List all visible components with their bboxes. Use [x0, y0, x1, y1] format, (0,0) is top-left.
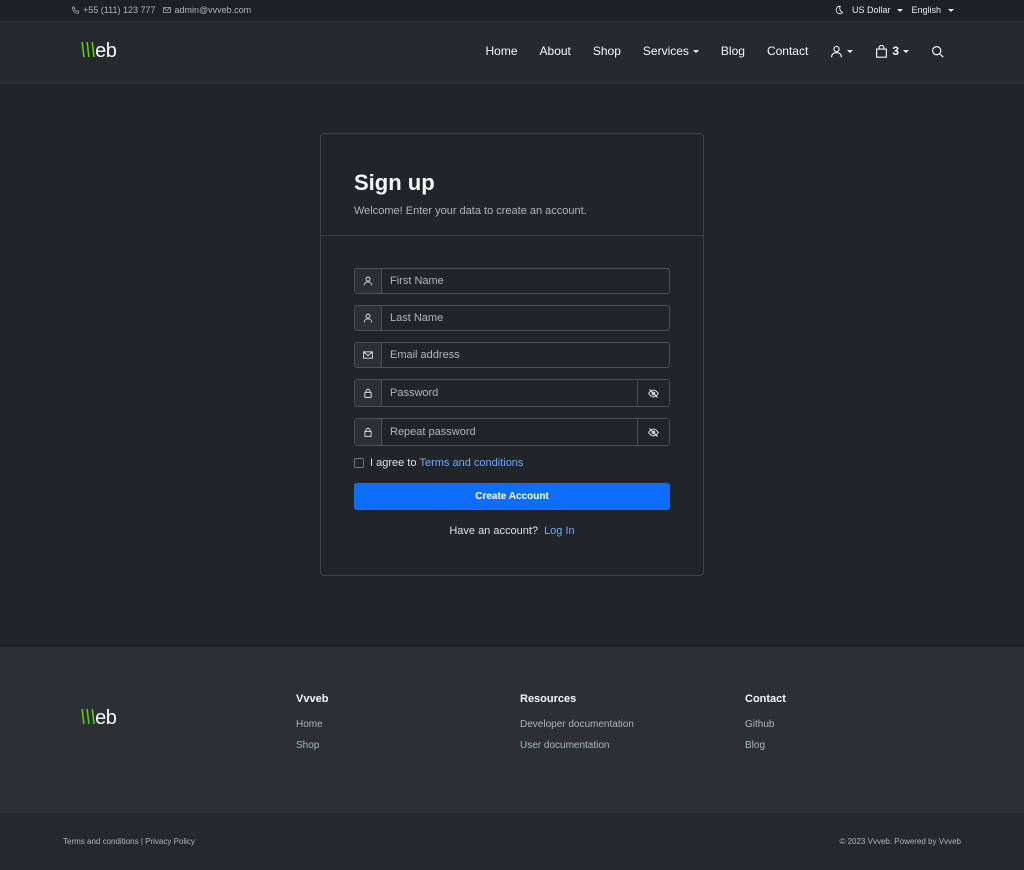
nav-contact[interactable]: Contact: [767, 44, 808, 58]
email-info[interactable]: admin@vvveb.com: [163, 5, 251, 15]
search-icon: [932, 45, 944, 58]
shopping-bag-icon: [876, 44, 888, 58]
signup-card-header: Sign up Welcome! Enter your data to crea…: [321, 134, 703, 236]
footer-link-shop[interactable]: Shop: [296, 740, 328, 751]
chevron-down-icon: [897, 8, 904, 12]
account-dropdown[interactable]: [830, 45, 854, 58]
site-header: \\\ eb Home About Shop Services Blog Cont…: [0, 21, 1024, 84]
footer-link-github[interactable]: Github: [745, 719, 786, 730]
agree-text: I agree to: [370, 457, 417, 469]
toggle-password-visibility[interactable]: [637, 380, 669, 406]
copyright-text: © 2023 Vvveb. Powered by Vvveb: [839, 837, 961, 846]
email-group: [354, 342, 670, 368]
privacy-policy-link[interactable]: Privacy Policy: [145, 837, 195, 846]
email-address: admin@vvveb.com: [174, 5, 252, 15]
currency-dropdown[interactable]: US Dollar: [852, 5, 904, 15]
site-footer: \\\ eb Vvveb Home Shop Resources Develope…: [0, 647, 1024, 813]
chevron-down-icon: [847, 49, 854, 53]
main-nav: Home About Shop Services Blog Contact 3: [464, 44, 945, 58]
eye-slash-icon: [648, 388, 659, 398]
language-dropdown[interactable]: English: [911, 5, 954, 15]
legal-separator: |: [140, 837, 143, 846]
phone-number: +55 (111) 123 777: [83, 5, 156, 15]
logo-slashes: \\\: [80, 707, 96, 729]
terms-footer-link[interactable]: Terms and conditions: [63, 837, 139, 846]
eye-slash-icon: [648, 427, 659, 437]
footer-column-title: Contact: [745, 693, 786, 705]
theme-toggle[interactable]: [834, 5, 844, 15]
footer-bottom-bar: Terms and conditions | Privacy Policy © …: [0, 813, 1024, 870]
terms-link[interactable]: Terms and conditions: [419, 457, 523, 469]
chevron-down-icon: [692, 49, 699, 53]
repeat-password-group: [354, 418, 670, 446]
create-account-button[interactable]: Create Account: [354, 483, 670, 510]
last-name-group: [354, 305, 670, 331]
footer-logo[interactable]: \\\ eb: [80, 707, 117, 730]
nav-services-label: Services: [642, 44, 689, 58]
currency-label: US Dollar: [851, 5, 891, 15]
chevron-down-icon: [903, 49, 909, 53]
nav-shop[interactable]: Shop: [593, 44, 621, 58]
signup-card: Sign up Welcome! Enter your data to crea…: [320, 133, 704, 576]
brand-logo[interactable]: \\\ eb: [80, 40, 117, 63]
legal-links: Terms and conditions | Privacy Policy: [63, 837, 195, 846]
search-button[interactable]: [931, 45, 944, 58]
email-input[interactable]: [382, 343, 669, 367]
password-addon: [355, 380, 382, 406]
top-bar: +55 (111) 123 777 admin@vvveb.com US Dol…: [0, 0, 1024, 21]
terms-checkbox[interactable]: [354, 458, 364, 468]
first-name-group: [354, 268, 670, 294]
last-name-input[interactable]: [382, 306, 669, 330]
logo-slashes: \\\: [80, 40, 96, 62]
footer-column-contact: Contact Github Blog: [745, 693, 786, 761]
footer-column-title: Vvveb: [296, 693, 329, 705]
phone-info[interactable]: +55 (111) 123 777: [72, 5, 155, 15]
user-icon: [831, 45, 843, 57]
footer-link-user-docs[interactable]: User documentation: [520, 740, 634, 751]
footer-link-blog[interactable]: Blog: [745, 740, 786, 751]
envelope-icon: [363, 351, 373, 359]
user-icon: [363, 313, 373, 323]
password-group: [354, 379, 670, 407]
phone-icon: [72, 6, 80, 14]
logo-text: eb: [95, 40, 117, 62]
footer-link-developer-docs[interactable]: Developer documentation: [520, 719, 634, 730]
email-addon: [355, 343, 382, 367]
cart-count: 3: [892, 44, 899, 58]
last-name-addon: [355, 306, 382, 330]
footer-link-home[interactable]: Home: [296, 719, 328, 730]
envelope-icon: [163, 7, 172, 13]
lock-icon: [364, 427, 372, 437]
footer-column-vvveb: Vvveb Home Shop: [296, 693, 328, 761]
terms-agreement: I agree to Terms and conditions: [354, 457, 670, 469]
repeat-password-addon: [355, 419, 382, 445]
page-title: Sign up: [354, 170, 435, 195]
first-name-input[interactable]: [382, 269, 669, 293]
moon-icon: [835, 5, 844, 15]
footer-column-title: Resources: [520, 693, 577, 705]
page-subtitle: Welcome! Enter your data to create an ac…: [354, 205, 587, 217]
cart-dropdown[interactable]: 3: [875, 44, 909, 58]
language-label: English: [911, 5, 941, 15]
toggle-repeat-password-visibility[interactable]: [637, 419, 669, 445]
lock-icon: [364, 388, 372, 398]
nav-services[interactable]: Services: [643, 44, 699, 58]
repeat-password-input[interactable]: [382, 419, 637, 445]
password-input[interactable]: [382, 380, 637, 406]
footer-column-resources: Resources Developer documentation User d…: [520, 693, 634, 761]
logo-text: eb: [95, 707, 117, 729]
login-prompt: Have an account? Log In: [354, 525, 670, 537]
user-icon: [363, 276, 373, 286]
nav-home[interactable]: Home: [486, 44, 518, 58]
login-link[interactable]: Log In: [544, 525, 575, 537]
first-name-addon: [355, 269, 382, 293]
chevron-down-icon: [948, 8, 954, 12]
nav-blog[interactable]: Blog: [721, 44, 745, 58]
signup-form: I agree to Terms and conditions Create A…: [321, 236, 703, 537]
have-account-text: Have an account?: [449, 525, 538, 537]
nav-about[interactable]: About: [540, 44, 571, 58]
